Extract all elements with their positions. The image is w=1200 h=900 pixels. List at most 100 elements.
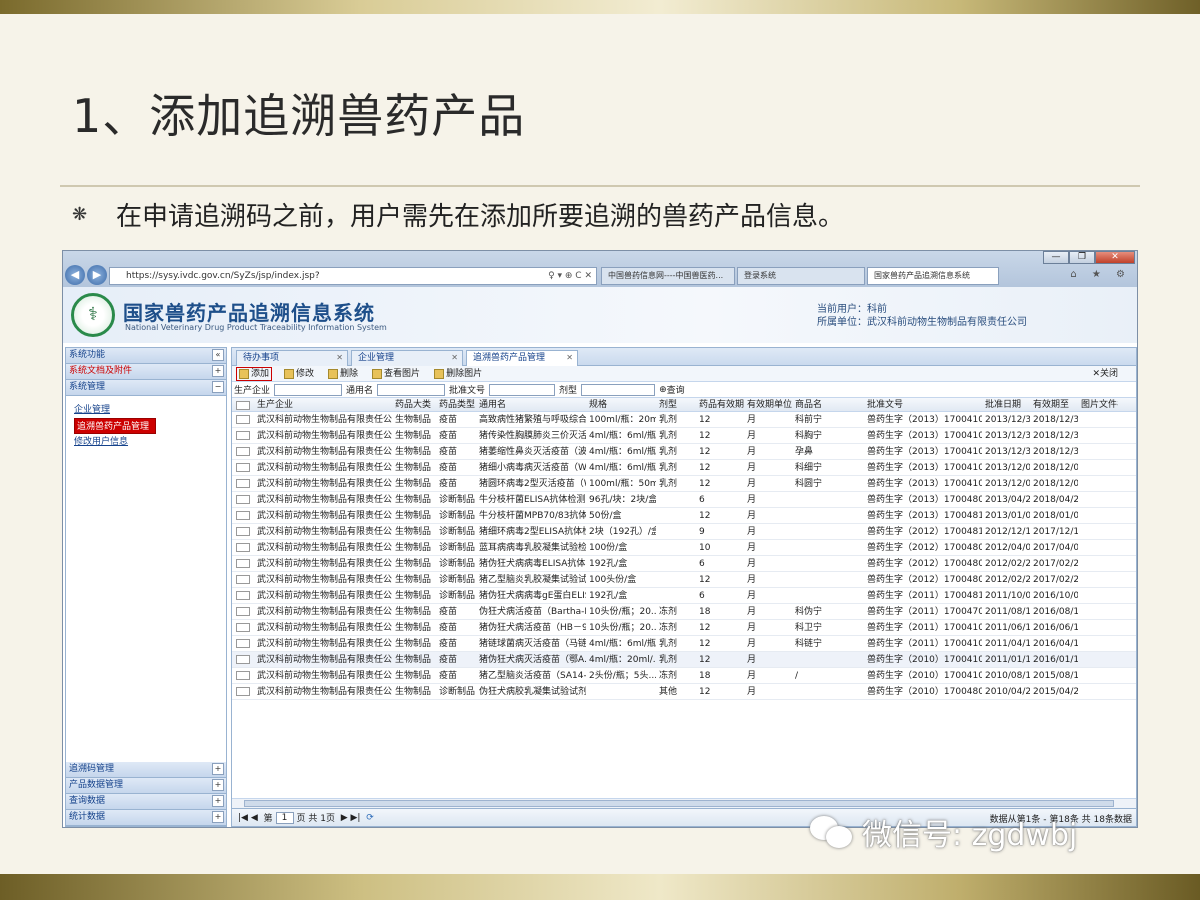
col-approval-no[interactable]: 批准文号	[864, 398, 982, 411]
address-controls[interactable]: ♀ ▾ ⊕ C ✕	[548, 268, 592, 284]
table-row[interactable]: 武汉科前动物生物制品有限责任公司 生物制品 疫苗 猪细小病毒病灭活疫苗（W... 4ml…	[232, 460, 1136, 476]
table-row[interactable]: 武汉科前动物生物制品有限责任公司生物制品诊断制品猪伪狂犬病病毒gE蛋白ELIS.…	[232, 588, 1136, 604]
sidebar-section-system[interactable]: 系统管理 −	[66, 380, 226, 396]
table-row[interactable]: 武汉科前动物生物制品有限责任公司 生物制品 诊断制品 猪伪狂犬病病毒ELISA抗体..…	[232, 556, 1136, 572]
sidebar-item-company[interactable]: 企业管理	[66, 402, 226, 418]
close-icon[interactable]: ✕	[566, 351, 573, 365]
filter-approval-input[interactable]	[489, 383, 556, 396]
forward-button[interactable]: ▶	[87, 265, 107, 285]
table-row[interactable]: 武汉科前动物生物制品有限责任公司生物制品疫苗 高致病性猪繁殖与呼吸综合征疫苗100…	[232, 412, 1136, 428]
col-image-file[interactable]: 图片文件名	[1078, 398, 1118, 411]
table-row[interactable]: 武汉科前动物生物制品有限责任公司 生物制品 疫苗 猪伪狂犬病灭活疫苗（鄂A... 4ml…	[232, 652, 1136, 668]
tab-company[interactable]: 企业管理 ✕	[351, 350, 463, 366]
col-validity-unit[interactable]: 有效期单位	[744, 398, 792, 411]
expand-icon[interactable]: +	[212, 811, 224, 823]
scroll-thumb[interactable]	[244, 800, 1114, 807]
row-checkbox[interactable]	[236, 671, 250, 680]
edit-button[interactable]: 修改	[282, 367, 316, 381]
add-button[interactable]: 添加	[236, 366, 273, 381]
table-row[interactable]: 武汉科前动物生物制品有限责任公司 生物制品 疫苗 猪萎缩性鼻炎灭活疫苗（波... 4ml…	[232, 444, 1136, 460]
prev-page-icon[interactable]: ◀	[251, 813, 258, 823]
row-checkbox[interactable]	[236, 415, 250, 424]
row-checkbox[interactable]	[236, 495, 250, 504]
table-row[interactable]: 武汉科前动物生物制品有限责任公司 生物制品 诊断制品 牛分枝杆菌MPB70/83抗体.…	[232, 508, 1136, 524]
delete-image-button[interactable]: 删除图片	[432, 367, 484, 381]
col-trade-name[interactable]: 商品名	[792, 398, 864, 411]
sidebar-section-docs[interactable]: 系统文档及附件 +	[66, 364, 226, 380]
table-row[interactable]: 武汉科前动物生物制品有限责任公司生物制品疫苗 伪狂犬病活疫苗（Bartha-K..…	[232, 604, 1136, 620]
row-checkbox[interactable]	[236, 607, 250, 616]
browser-tab-1[interactable]: 中国兽药信息网----中国兽医药...	[601, 267, 735, 285]
browser-tab-3[interactable]: 国家兽药产品追溯信息系统	[867, 267, 999, 285]
row-checkbox[interactable]	[236, 559, 250, 568]
col-expiry[interactable]: 有效期至	[1030, 398, 1078, 411]
expand-icon[interactable]: +	[212, 779, 224, 791]
table-row[interactable]: 武汉科前动物生物制品有限责任公司生物制品疫苗 猪圆环病毒2型灭活疫苗（W...10…	[232, 476, 1136, 492]
filter-common-input[interactable]	[377, 383, 446, 396]
row-checkbox[interactable]	[236, 575, 250, 584]
row-checkbox[interactable]	[236, 687, 250, 696]
table-row[interactable]: 武汉科前动物生物制品有限责任公司生物制品诊断制品猪细环病毒2型ELISA抗体检测…	[232, 524, 1136, 540]
col-validity[interactable]: 药品有效期	[696, 398, 744, 411]
table-row[interactable]: 武汉科前动物生物制品有限责任公司 生物制品 诊断制品 牛分枝杆菌ELISA抗体检测..…	[232, 492, 1136, 508]
col-form[interactable]: 剂型	[656, 398, 696, 411]
maximize-button[interactable]: ❐	[1069, 251, 1095, 264]
row-checkbox[interactable]	[236, 543, 250, 552]
table-row[interactable]: 武汉科前动物生物制品有限责任公司 生物制品 诊断制品 蓝耳病病毒乳胶凝集试验检... 1…	[232, 540, 1136, 556]
sidebar-section-product-data[interactable]: 产品数据管理 +	[66, 778, 226, 794]
last-page-icon[interactable]: ▶|	[351, 813, 361, 823]
sidebar-item-user-info[interactable]: 修改用户信息	[66, 434, 226, 450]
address-bar[interactable]: https://sysy.ivdc.gov.cn/SyZs/jsp/index.…	[109, 267, 597, 285]
minimize-button[interactable]: —	[1043, 251, 1069, 264]
col-type[interactable]: 药品类型	[436, 398, 476, 411]
table-row[interactable]: 武汉科前动物生物制品有限责任公司 生物制品 疫苗 猪链球菌病灭活疫苗（马链... 4ml…	[232, 636, 1136, 652]
close-window-button[interactable]: ✕	[1095, 251, 1135, 264]
row-checkbox[interactable]	[236, 479, 250, 488]
row-checkbox[interactable]	[236, 527, 250, 536]
col-approval-date[interactable]: 批准日期	[982, 398, 1030, 411]
row-checkbox[interactable]	[236, 463, 250, 472]
sidebar-item-products[interactable]: 追溯兽药产品管理	[74, 418, 156, 434]
row-checkbox[interactable]	[236, 623, 250, 632]
row-checkbox[interactable]	[236, 591, 250, 600]
filter-company-input[interactable]	[274, 383, 343, 396]
browser-tab-2[interactable]: 登录系统	[737, 267, 865, 285]
view-image-button[interactable]: 查看图片	[370, 367, 422, 381]
table-row[interactable]: 武汉科前动物生物制品有限责任公司 生物制品 诊断制品 猪乙型脑炎乳胶凝集试验试... 1…	[232, 572, 1136, 588]
col-spec[interactable]: 规格	[586, 398, 656, 411]
delete-button[interactable]: 删除	[326, 367, 360, 381]
table-row[interactable]: 武汉科前动物生物制品有限责任公司 生物制品 疫苗 猪传染性胸膜肺炎三价灭活... 4ml…	[232, 428, 1136, 444]
col-category[interactable]: 药品大类	[392, 398, 436, 411]
tab-products[interactable]: 追溯兽药产品管理 ✕	[466, 350, 578, 366]
tab-todo[interactable]: 待办事项 ✕	[236, 350, 348, 366]
collapse-section-icon[interactable]: −	[212, 381, 224, 393]
row-checkbox[interactable]	[236, 655, 250, 664]
first-page-icon[interactable]: |◀	[238, 813, 248, 823]
expand-icon[interactable]: +	[212, 763, 224, 775]
search-icon[interactable]: ⊕	[659, 385, 667, 395]
expand-icon[interactable]: +	[212, 795, 224, 807]
next-page-icon[interactable]: ▶	[341, 813, 348, 823]
table-row[interactable]: 武汉科前动物生物制品有限责任公司 生物制品 疫苗 猪伪狂犬病活疫苗（HB－9... 10…	[232, 620, 1136, 636]
row-checkbox[interactable]	[236, 511, 250, 520]
sidebar-section-trace-code[interactable]: 追溯码管理 +	[66, 762, 226, 778]
query-button[interactable]: 查询	[667, 383, 685, 396]
horizontal-scrollbar[interactable]	[232, 798, 1136, 808]
refresh-icon[interactable]: ⟳	[366, 813, 374, 823]
page-input[interactable]: 1	[275, 811, 294, 824]
table-row[interactable]: 武汉科前动物生物制品有限责任公司生物制品疫苗 猪乙型脑炎活疫苗（SA14-1...…	[232, 668, 1136, 684]
expand-icon[interactable]: +	[212, 365, 224, 377]
select-all-checkbox[interactable]	[236, 401, 250, 410]
close-panel-button[interactable]: ✕ 关闭	[1090, 367, 1120, 381]
collapse-icon[interactable]: «	[212, 349, 224, 361]
row-checkbox[interactable]	[236, 639, 250, 648]
close-icon[interactable]: ✕	[451, 351, 458, 365]
filter-form-select[interactable]	[581, 383, 656, 396]
back-button[interactable]: ◀	[65, 265, 85, 285]
home-star-gear-icons[interactable]: ⌂ ★ ⚙	[1070, 269, 1131, 280]
col-common-name[interactable]: 通用名	[476, 398, 586, 411]
col-company[interactable]: 生产企业	[254, 398, 392, 411]
close-icon[interactable]: ✕	[336, 351, 343, 365]
table-row[interactable]: 武汉科前动物生物制品有限责任公司 生物制品 诊断制品 伪狂犬病胶乳凝集试验试剂盒 其他 1…	[232, 684, 1136, 700]
sidebar-section-stats[interactable]: 统计数据 +	[66, 810, 226, 826]
